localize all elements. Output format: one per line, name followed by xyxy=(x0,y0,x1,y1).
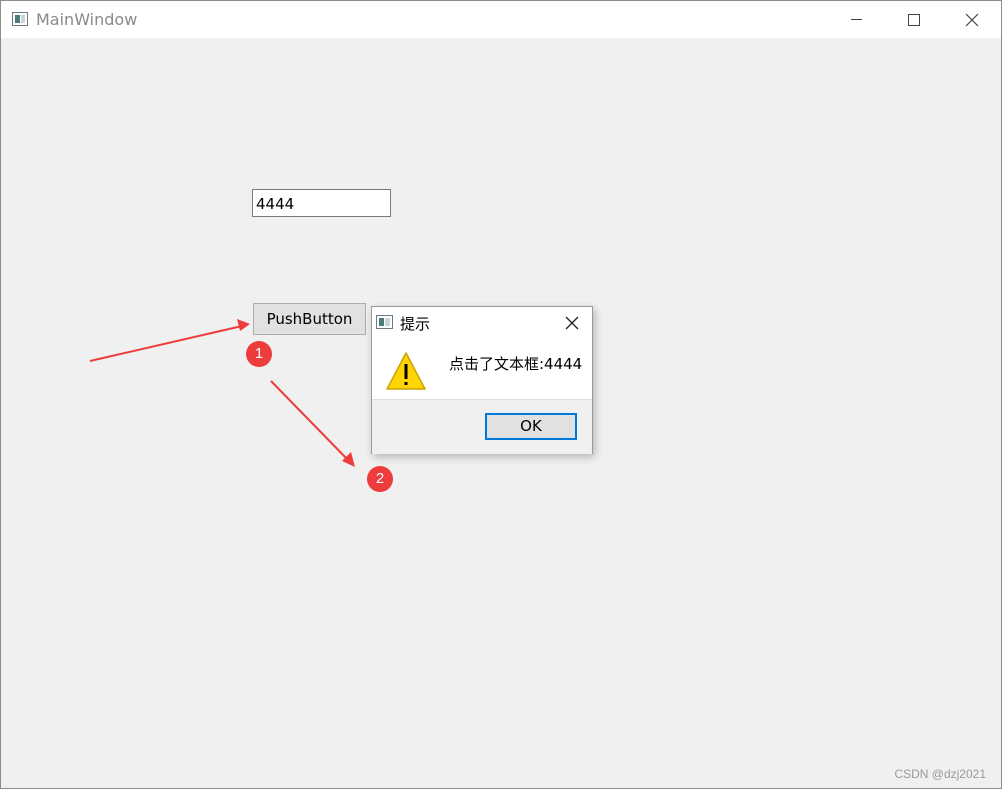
title-bar[interactable]: MainWindow xyxy=(1,1,1001,38)
close-icon xyxy=(965,13,979,26)
dialog-close-button[interactable] xyxy=(562,313,582,333)
dialog-body: 点击了文本框:4444 xyxy=(372,339,592,399)
maximize-button[interactable] xyxy=(885,1,943,38)
close-icon xyxy=(565,316,579,330)
maximize-icon xyxy=(908,13,920,26)
close-button[interactable] xyxy=(943,1,1001,38)
watermark: CSDN @dzj2021 xyxy=(894,767,986,781)
ok-button[interactable]: OK xyxy=(485,413,577,440)
dialog-app-icon xyxy=(376,315,393,329)
warning-icon xyxy=(386,352,426,390)
dialog-message: 点击了文本框:4444 xyxy=(449,355,583,373)
message-dialog: 提示 点击了文本框:4444 OK xyxy=(371,306,593,454)
minimize-button[interactable] xyxy=(827,1,885,38)
dialog-title: 提示 xyxy=(400,315,431,333)
window-title: MainWindow xyxy=(36,10,138,29)
app-window-icon xyxy=(12,12,28,26)
minimize-icon xyxy=(850,19,862,20)
push-button[interactable]: PushButton xyxy=(253,303,366,335)
text-input[interactable]: 4444 xyxy=(252,189,391,217)
dialog-footer: OK xyxy=(372,399,592,454)
